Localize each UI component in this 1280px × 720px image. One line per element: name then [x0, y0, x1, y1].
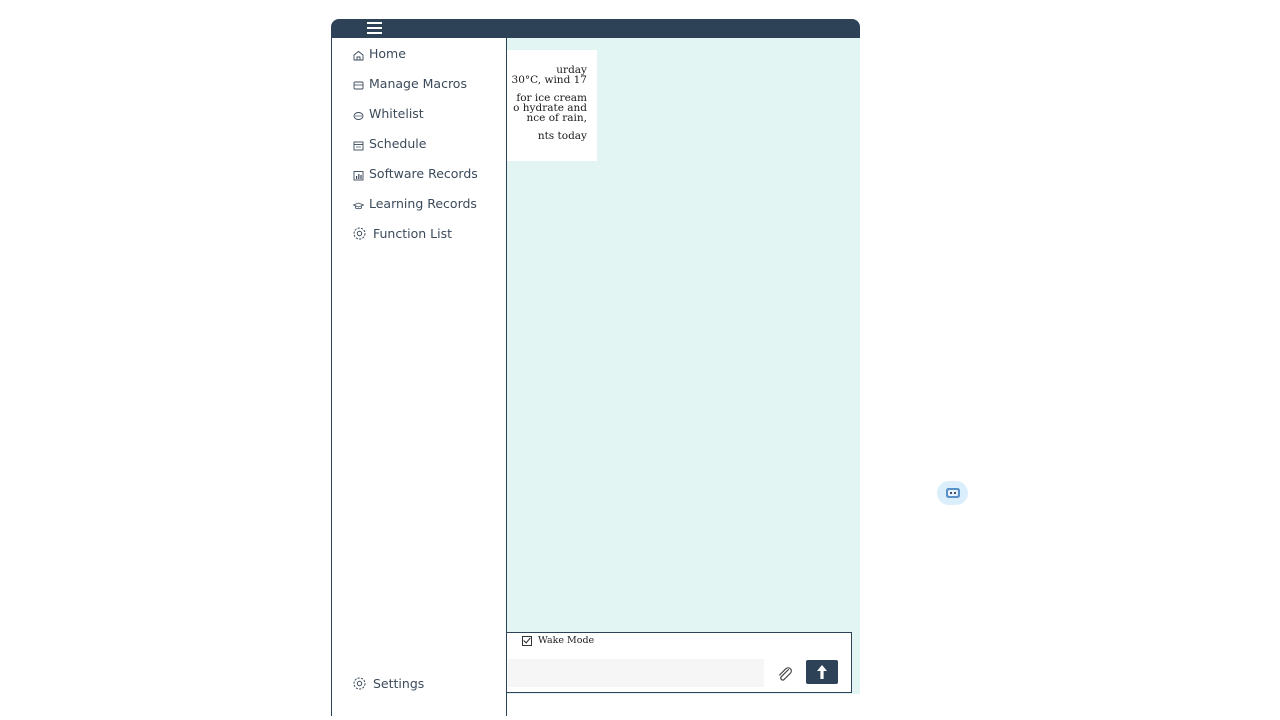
wake-mode-toggle[interactable]: Wake Mode [522, 635, 594, 646]
sidebar-item-label: Whitelist [369, 105, 424, 121]
sidebar-item-label: Manage Macros [369, 75, 467, 91]
top-bar [331, 19, 860, 38]
chat-input-panel: Wake Mode [501, 632, 852, 693]
sidebar-item-label: Settings [373, 675, 425, 691]
sidebar-item-schedule[interactable]: Schedule [352, 134, 426, 152]
sidebar-item-label: Function List [373, 225, 452, 241]
sidebar-item-label: Software Records [369, 165, 478, 181]
chart-icon [352, 169, 364, 181]
sidebar-item-function-list[interactable]: Function List [352, 224, 452, 242]
weather-line: 30°C, wind 17 [511, 74, 587, 86]
paperclip-icon[interactable] [776, 665, 794, 683]
assistant-bot-icon[interactable] [937, 481, 968, 505]
send-button[interactable] [806, 660, 838, 684]
weather-line: nce of rain, [526, 112, 587, 124]
graduation-cap-icon [352, 199, 364, 211]
arrow-up-icon [817, 665, 827, 679]
schedule-icon [352, 139, 364, 151]
sidebar-item-label: Learning Records [369, 195, 477, 211]
sidebar-item-label: Schedule [369, 135, 427, 151]
message-input[interactable] [508, 659, 764, 687]
sidebar-item-software-records[interactable]: Software Records [352, 164, 478, 182]
sidebar-item-learning-records[interactable]: Learning Records [352, 194, 477, 212]
macro-icon [352, 79, 364, 91]
sidebar: Home Manage Macros Whitelist Schedule So… [331, 37, 507, 716]
whitelist-icon [352, 109, 364, 121]
weather-message-text: urday 30°C, wind 17 for ice cream o hydr… [501, 65, 587, 142]
sidebar-item-home[interactable]: Home [352, 44, 406, 62]
sidebar-item-manage-macros[interactable]: Manage Macros [352, 74, 467, 92]
sidebar-item-settings[interactable]: Settings [352, 674, 424, 692]
wake-mode-checkbox[interactable] [522, 635, 532, 646]
sidebar-item-label: Home [369, 45, 406, 61]
home-icon [352, 49, 364, 61]
settings-gear-icon [352, 676, 367, 691]
weather-line: nts today [537, 130, 587, 142]
hamburger-menu-icon[interactable] [367, 22, 382, 35]
wake-mode-label: Wake Mode [538, 635, 595, 646]
weather-message-card: urday 30°C, wind 17 for ice cream o hydr… [501, 50, 597, 161]
sidebar-item-whitelist[interactable]: Whitelist [352, 104, 424, 122]
gear-icon [352, 226, 367, 241]
